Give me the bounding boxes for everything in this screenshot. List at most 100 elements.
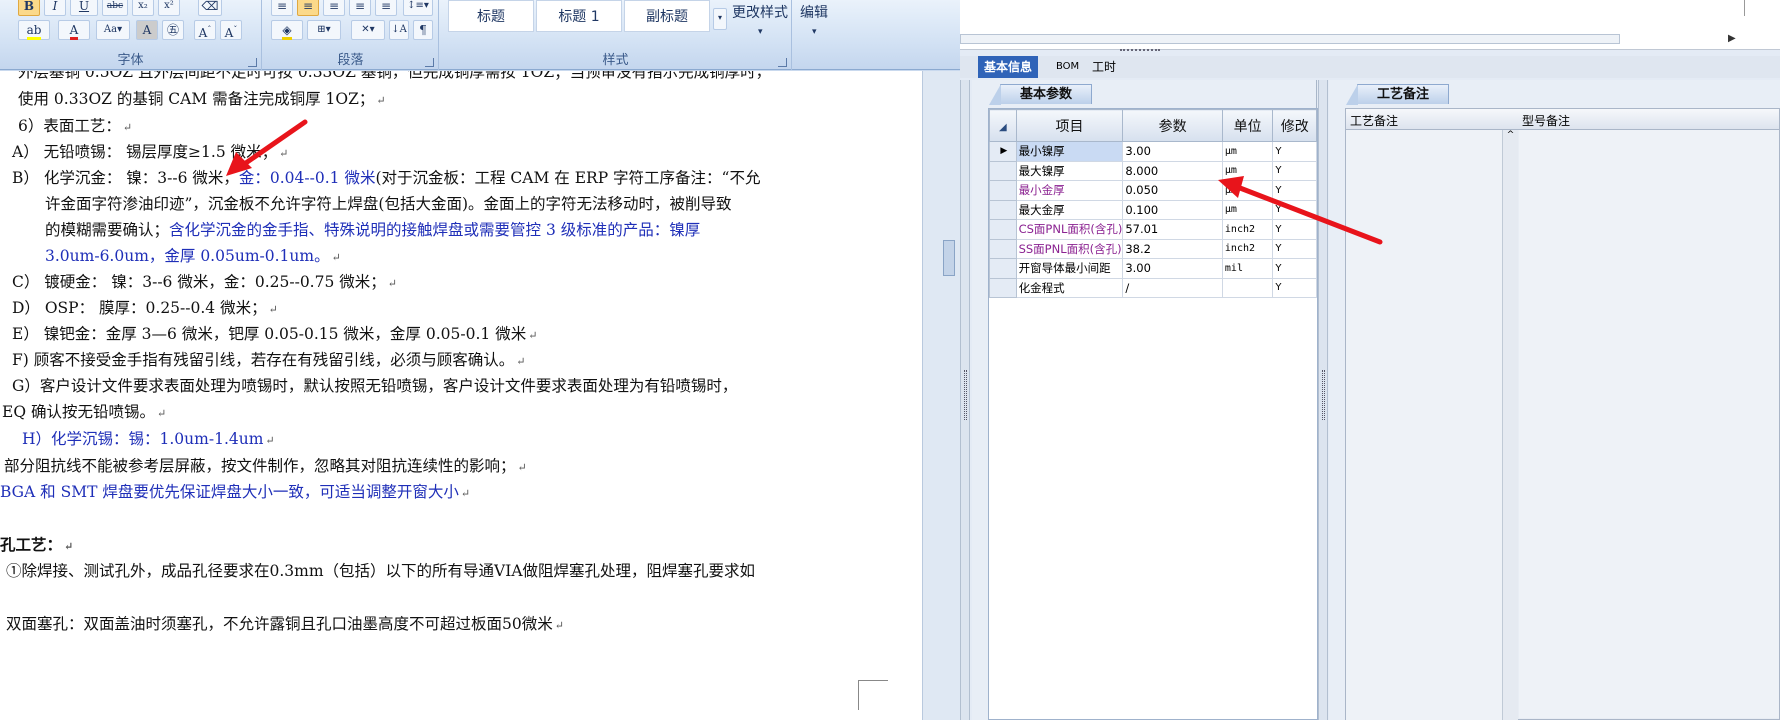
param-modify-cell[interactable]: Y bbox=[1272, 219, 1317, 240]
param-item-cell[interactable]: 最大镍厚 bbox=[1015, 160, 1124, 181]
tab-work-hours[interactable]: 工时 bbox=[1086, 56, 1122, 78]
row-indicator[interactable] bbox=[989, 277, 1017, 298]
styles-dialog-launcher-icon[interactable] bbox=[778, 58, 787, 67]
param-unit-cell[interactable] bbox=[1221, 277, 1274, 298]
param-value-cell[interactable]: 3.00 bbox=[1122, 141, 1223, 162]
erp-horizontal-scrollbar[interactable] bbox=[960, 34, 1620, 44]
col-header-item[interactable]: 项目 bbox=[1015, 109, 1124, 142]
chinese-layout-button[interactable]: ✕▾ bbox=[351, 20, 385, 40]
edit-button[interactable]: 编辑 ▾ bbox=[800, 2, 828, 38]
param-modify-cell[interactable]: Y bbox=[1272, 180, 1317, 201]
param-value-cell[interactable]: 0.100 bbox=[1122, 199, 1223, 220]
table-row[interactable]: 最大镍厚 8.000 μm Y bbox=[989, 160, 1317, 181]
col-header-param[interactable]: 参数 bbox=[1122, 109, 1223, 142]
paragraph-dialog-launcher-icon[interactable] bbox=[425, 58, 434, 67]
param-modify-cell[interactable]: Y bbox=[1272, 141, 1317, 162]
param-value-cell[interactable]: 8.000 bbox=[1122, 160, 1223, 181]
process-notes-tab[interactable]: 工艺备注 bbox=[1346, 84, 1449, 105]
style-heading[interactable]: 标题 bbox=[448, 0, 534, 32]
param-item-cell[interactable]: 最大金厚 bbox=[1015, 199, 1124, 220]
param-unit-cell[interactable]: inch2 bbox=[1221, 219, 1274, 240]
col-header-modify[interactable]: 修改 bbox=[1272, 109, 1317, 142]
param-unit-cell[interactable]: mil bbox=[1221, 258, 1274, 279]
scroll-right-icon[interactable]: ▶ bbox=[1728, 33, 1736, 44]
basic-params-tab[interactable]: 基本参数 bbox=[989, 84, 1092, 105]
row-indicator[interactable] bbox=[989, 199, 1017, 220]
superscript-button[interactable]: x² bbox=[158, 0, 180, 16]
align-center-button[interactable]: ≡ bbox=[297, 0, 319, 16]
param-modify-cell[interactable]: Y bbox=[1272, 199, 1317, 220]
param-unit-cell[interactable]: μm bbox=[1221, 180, 1274, 201]
col-header-unit[interactable]: 单位 bbox=[1221, 109, 1274, 142]
justify-button[interactable]: ≡ bbox=[349, 0, 371, 16]
middle-splitter[interactable] bbox=[1318, 80, 1328, 720]
left-splitter[interactable] bbox=[960, 80, 970, 720]
shading-button[interactable]: ◈ bbox=[271, 20, 303, 40]
param-value-cell[interactable]: 0.050 bbox=[1122, 180, 1223, 201]
process-notes-scrollbar[interactable]: ^ bbox=[1502, 130, 1518, 720]
table-row[interactable]: 最大金厚 0.100 μm Y bbox=[989, 199, 1317, 220]
param-modify-cell[interactable]: Y bbox=[1272, 238, 1317, 259]
table-row[interactable]: SS面PNL面积(含孔) 38.2 inch2 Y bbox=[989, 238, 1317, 259]
shrink-font-button[interactable]: Aˇ bbox=[220, 20, 242, 40]
scroll-up-icon[interactable]: ^ bbox=[1507, 130, 1515, 140]
font-color-button[interactable]: A bbox=[58, 20, 90, 40]
panel-resize-grip[interactable] bbox=[1120, 49, 1160, 53]
row-indicator[interactable]: ▶ bbox=[989, 141, 1017, 162]
grow-font-button[interactable]: Aˆ bbox=[194, 20, 216, 40]
bold-button[interactable]: B bbox=[18, 0, 40, 16]
param-value-cell[interactable]: 57.01 bbox=[1122, 219, 1223, 240]
underline-button[interactable]: U bbox=[70, 0, 98, 16]
param-value-cell[interactable]: / bbox=[1122, 277, 1223, 298]
change-case-button[interactable]: Aa▾ bbox=[96, 20, 130, 40]
char-shading-button[interactable]: A bbox=[136, 20, 158, 40]
highlight-color-button[interactable]: ab bbox=[18, 20, 50, 40]
styles-more-button[interactable]: ▾ bbox=[713, 8, 727, 30]
param-value-cell[interactable]: 38.2 bbox=[1122, 238, 1223, 259]
row-indicator[interactable] bbox=[989, 219, 1017, 240]
param-item-cell[interactable]: 化金程式 bbox=[1015, 277, 1124, 298]
model-notes-textarea[interactable] bbox=[1519, 130, 1779, 718]
param-unit-cell[interactable]: μm bbox=[1221, 199, 1274, 220]
document-scroll-thumb[interactable] bbox=[943, 240, 955, 276]
document-scrollbar[interactable] bbox=[922, 71, 960, 720]
row-indicator[interactable] bbox=[989, 160, 1017, 181]
align-left-button[interactable]: ≡ bbox=[271, 0, 293, 16]
table-row[interactable]: 开窗导体最小间距 3.00 mil Y bbox=[989, 258, 1317, 279]
line-spacing-button[interactable]: ↕≡▾ bbox=[403, 0, 433, 16]
grid-corner[interactable]: ◢ bbox=[989, 109, 1017, 142]
row-indicator[interactable] bbox=[989, 258, 1017, 279]
param-unit-cell[interactable]: inch2 bbox=[1221, 238, 1274, 259]
table-row[interactable]: 最小金厚 0.050 μm Y bbox=[989, 180, 1317, 201]
param-item-cell[interactable]: 最小金厚 bbox=[1015, 180, 1124, 201]
style-subtitle[interactable]: 副标题 bbox=[624, 0, 710, 32]
borders-button[interactable]: ⊞▾ bbox=[307, 20, 341, 40]
param-modify-cell[interactable]: Y bbox=[1272, 160, 1317, 181]
process-notes-textarea[interactable] bbox=[1346, 130, 1518, 720]
font-dialog-launcher-icon[interactable] bbox=[248, 58, 257, 67]
tab-bom[interactable]: BOM bbox=[1050, 56, 1085, 78]
param-item-cell[interactable]: CS面PNL面积(含孔) bbox=[1015, 219, 1124, 240]
param-item-cell[interactable]: 开窗导体最小间距 bbox=[1015, 258, 1124, 279]
strikethrough-button[interactable]: abc bbox=[102, 0, 128, 16]
param-item-cell[interactable]: 最小镍厚 bbox=[1015, 141, 1124, 162]
table-row[interactable]: ▶ 最小镍厚 3.00 μm Y bbox=[989, 141, 1317, 162]
tab-basic-info[interactable]: 基本信息 bbox=[978, 56, 1039, 78]
align-right-button[interactable]: ≡ bbox=[323, 0, 345, 16]
row-indicator[interactable] bbox=[989, 238, 1017, 259]
param-modify-cell[interactable]: Y bbox=[1272, 277, 1317, 298]
param-item-cell[interactable]: SS面PNL面积(含孔) bbox=[1015, 238, 1124, 259]
table-row[interactable]: CS面PNL面积(含孔) 57.01 inch2 Y bbox=[989, 219, 1317, 240]
italic-button[interactable]: I bbox=[44, 0, 66, 16]
distributed-button[interactable]: ≡ bbox=[375, 0, 397, 16]
show-marks-button[interactable]: ¶ bbox=[413, 20, 433, 40]
document-page[interactable]: 外层基铜 0.5OZ 且外层间距不足时可按 0.33OZ 基铜，但完成铜厚需按 … bbox=[0, 71, 922, 720]
param-value-cell[interactable]: 3.00 bbox=[1122, 258, 1223, 279]
param-modify-cell[interactable]: Y bbox=[1272, 258, 1317, 279]
sort-button[interactable]: ↓A bbox=[389, 20, 409, 40]
row-indicator[interactable] bbox=[989, 180, 1017, 201]
clear-format-button[interactable]: ⌫ bbox=[198, 0, 222, 16]
subscript-button[interactable]: x₂ bbox=[132, 0, 154, 16]
table-row[interactable]: 化金程式 / Y bbox=[989, 277, 1317, 298]
change-styles-button[interactable]: 更改样式 ▾ bbox=[732, 2, 788, 38]
